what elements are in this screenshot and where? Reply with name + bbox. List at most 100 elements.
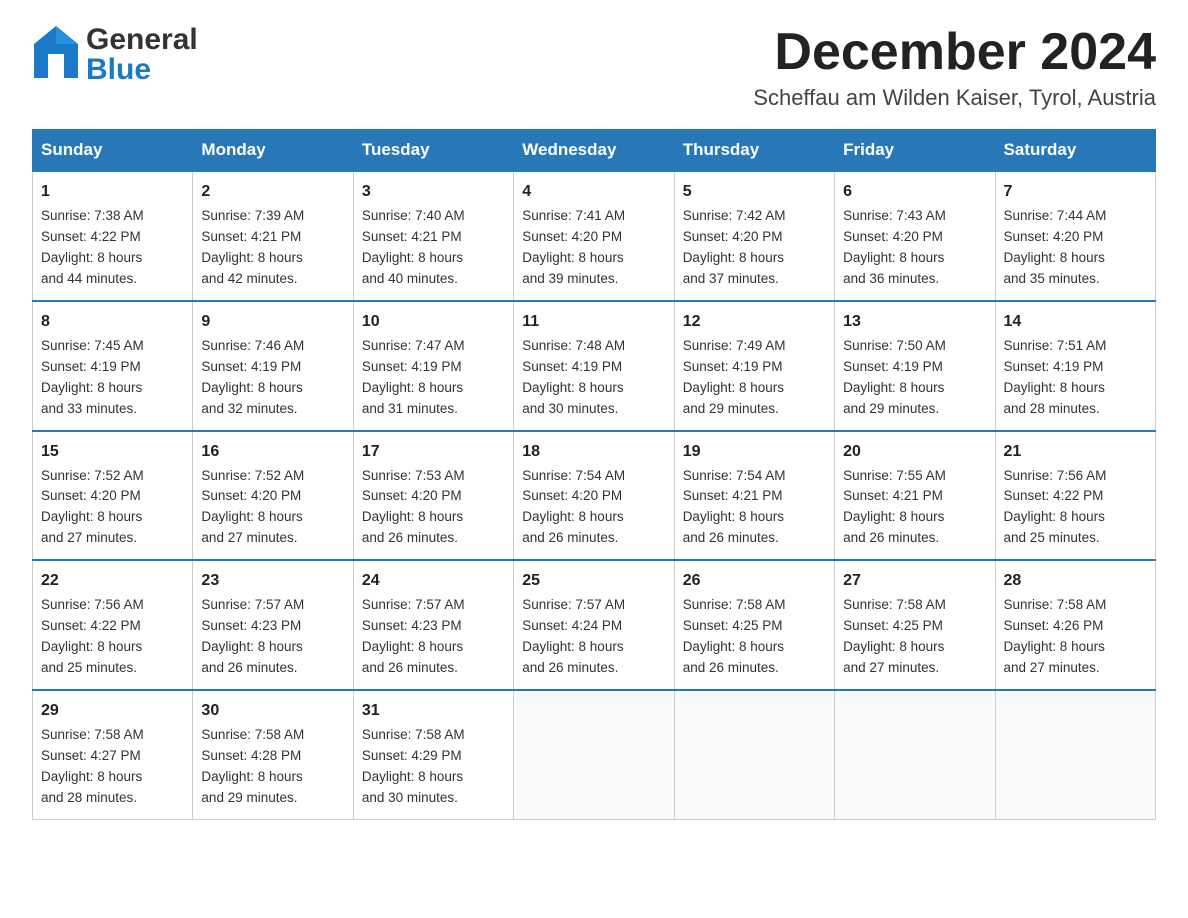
day-number: 18 (522, 440, 665, 464)
calendar-cell: 21Sunrise: 7:56 AMSunset: 4:22 PMDayligh… (995, 431, 1155, 561)
calendar-cell: 2Sunrise: 7:39 AMSunset: 4:21 PMDaylight… (193, 171, 353, 301)
day-number: 21 (1004, 440, 1147, 464)
calendar-cell: 9Sunrise: 7:46 AMSunset: 4:19 PMDaylight… (193, 301, 353, 431)
day-info: Sunrise: 7:54 AMSunset: 4:20 PMDaylight:… (522, 466, 665, 550)
calendar-cell: 10Sunrise: 7:47 AMSunset: 4:19 PMDayligh… (353, 301, 513, 431)
calendar-cell: 3Sunrise: 7:40 AMSunset: 4:21 PMDaylight… (353, 171, 513, 301)
calendar-cell: 26Sunrise: 7:58 AMSunset: 4:25 PMDayligh… (674, 560, 834, 690)
day-number: 28 (1004, 569, 1147, 593)
day-info: Sunrise: 7:45 AMSunset: 4:19 PMDaylight:… (41, 336, 184, 420)
day-number: 6 (843, 180, 986, 204)
calendar-cell: 1Sunrise: 7:38 AMSunset: 4:22 PMDaylight… (33, 171, 193, 301)
calendar-cell (995, 690, 1155, 819)
calendar-cell (674, 690, 834, 819)
calendar-cell: 8Sunrise: 7:45 AMSunset: 4:19 PMDaylight… (33, 301, 193, 431)
calendar-cell (835, 690, 995, 819)
title-area: December 2024 Scheffau am Wilden Kaiser,… (753, 24, 1156, 111)
calendar-week-row: 1Sunrise: 7:38 AMSunset: 4:22 PMDaylight… (33, 171, 1156, 301)
weekday-header-monday: Monday (193, 130, 353, 172)
day-info: Sunrise: 7:56 AMSunset: 4:22 PMDaylight:… (1004, 466, 1147, 550)
day-info: Sunrise: 7:57 AMSunset: 4:23 PMDaylight:… (201, 595, 344, 679)
day-number: 14 (1004, 310, 1147, 334)
day-info: Sunrise: 7:53 AMSunset: 4:20 PMDaylight:… (362, 466, 505, 550)
day-info: Sunrise: 7:57 AMSunset: 4:24 PMDaylight:… (522, 595, 665, 679)
calendar-cell: 18Sunrise: 7:54 AMSunset: 4:20 PMDayligh… (514, 431, 674, 561)
calendar-cell: 27Sunrise: 7:58 AMSunset: 4:25 PMDayligh… (835, 560, 995, 690)
calendar-cell: 30Sunrise: 7:58 AMSunset: 4:28 PMDayligh… (193, 690, 353, 819)
day-info: Sunrise: 7:58 AMSunset: 4:28 PMDaylight:… (201, 725, 344, 809)
logo-general-text: General (86, 25, 198, 55)
weekday-header-row: SundayMondayTuesdayWednesdayThursdayFrid… (33, 130, 1156, 172)
logo-blue-text: Blue (86, 55, 198, 85)
calendar-cell: 22Sunrise: 7:56 AMSunset: 4:22 PMDayligh… (33, 560, 193, 690)
location-title: Scheffau am Wilden Kaiser, Tyrol, Austri… (753, 85, 1156, 111)
day-info: Sunrise: 7:58 AMSunset: 4:27 PMDaylight:… (41, 725, 184, 809)
weekday-header-wednesday: Wednesday (514, 130, 674, 172)
day-number: 3 (362, 180, 505, 204)
day-number: 10 (362, 310, 505, 334)
day-info: Sunrise: 7:58 AMSunset: 4:29 PMDaylight:… (362, 725, 505, 809)
day-info: Sunrise: 7:56 AMSunset: 4:22 PMDaylight:… (41, 595, 184, 679)
day-info: Sunrise: 7:58 AMSunset: 4:25 PMDaylight:… (843, 595, 986, 679)
day-number: 22 (41, 569, 184, 593)
calendar-cell: 14Sunrise: 7:51 AMSunset: 4:19 PMDayligh… (995, 301, 1155, 431)
day-number: 25 (522, 569, 665, 593)
day-info: Sunrise: 7:54 AMSunset: 4:21 PMDaylight:… (683, 466, 826, 550)
day-number: 4 (522, 180, 665, 204)
calendar-cell: 16Sunrise: 7:52 AMSunset: 4:20 PMDayligh… (193, 431, 353, 561)
day-number: 12 (683, 310, 826, 334)
day-number: 31 (362, 699, 505, 723)
calendar-week-row: 22Sunrise: 7:56 AMSunset: 4:22 PMDayligh… (33, 560, 1156, 690)
month-title: December 2024 (753, 24, 1156, 81)
calendar-cell: 15Sunrise: 7:52 AMSunset: 4:20 PMDayligh… (33, 431, 193, 561)
day-number: 30 (201, 699, 344, 723)
calendar-cell: 28Sunrise: 7:58 AMSunset: 4:26 PMDayligh… (995, 560, 1155, 690)
day-number: 11 (522, 310, 665, 334)
day-number: 8 (41, 310, 184, 334)
logo-icon (32, 24, 80, 85)
day-number: 13 (843, 310, 986, 334)
weekday-header-tuesday: Tuesday (353, 130, 513, 172)
day-info: Sunrise: 7:44 AMSunset: 4:20 PMDaylight:… (1004, 206, 1147, 290)
day-info: Sunrise: 7:46 AMSunset: 4:19 PMDaylight:… (201, 336, 344, 420)
calendar-cell: 6Sunrise: 7:43 AMSunset: 4:20 PMDaylight… (835, 171, 995, 301)
calendar-cell: 24Sunrise: 7:57 AMSunset: 4:23 PMDayligh… (353, 560, 513, 690)
calendar-cell: 13Sunrise: 7:50 AMSunset: 4:19 PMDayligh… (835, 301, 995, 431)
day-number: 27 (843, 569, 986, 593)
day-info: Sunrise: 7:41 AMSunset: 4:20 PMDaylight:… (522, 206, 665, 290)
weekday-header-thursday: Thursday (674, 130, 834, 172)
calendar-week-row: 15Sunrise: 7:52 AMSunset: 4:20 PMDayligh… (33, 431, 1156, 561)
calendar-cell: 11Sunrise: 7:48 AMSunset: 4:19 PMDayligh… (514, 301, 674, 431)
calendar-cell: 31Sunrise: 7:58 AMSunset: 4:29 PMDayligh… (353, 690, 513, 819)
day-info: Sunrise: 7:55 AMSunset: 4:21 PMDaylight:… (843, 466, 986, 550)
calendar-cell: 5Sunrise: 7:42 AMSunset: 4:20 PMDaylight… (674, 171, 834, 301)
calendar-week-row: 29Sunrise: 7:58 AMSunset: 4:27 PMDayligh… (33, 690, 1156, 819)
day-info: Sunrise: 7:47 AMSunset: 4:19 PMDaylight:… (362, 336, 505, 420)
logo: General Blue (32, 24, 198, 85)
calendar-cell: 4Sunrise: 7:41 AMSunset: 4:20 PMDaylight… (514, 171, 674, 301)
weekday-header-saturday: Saturday (995, 130, 1155, 172)
day-info: Sunrise: 7:40 AMSunset: 4:21 PMDaylight:… (362, 206, 505, 290)
calendar-week-row: 8Sunrise: 7:45 AMSunset: 4:19 PMDaylight… (33, 301, 1156, 431)
day-number: 29 (41, 699, 184, 723)
weekday-header-friday: Friday (835, 130, 995, 172)
day-number: 23 (201, 569, 344, 593)
day-info: Sunrise: 7:49 AMSunset: 4:19 PMDaylight:… (683, 336, 826, 420)
day-number: 9 (201, 310, 344, 334)
page-header: General Blue December 2024 Scheffau am W… (32, 24, 1156, 111)
day-info: Sunrise: 7:39 AMSunset: 4:21 PMDaylight:… (201, 206, 344, 290)
calendar-cell: 23Sunrise: 7:57 AMSunset: 4:23 PMDayligh… (193, 560, 353, 690)
day-number: 5 (683, 180, 826, 204)
calendar-cell: 7Sunrise: 7:44 AMSunset: 4:20 PMDaylight… (995, 171, 1155, 301)
calendar-cell (514, 690, 674, 819)
day-info: Sunrise: 7:58 AMSunset: 4:25 PMDaylight:… (683, 595, 826, 679)
day-number: 20 (843, 440, 986, 464)
day-info: Sunrise: 7:42 AMSunset: 4:20 PMDaylight:… (683, 206, 826, 290)
day-number: 24 (362, 569, 505, 593)
day-number: 26 (683, 569, 826, 593)
day-info: Sunrise: 7:57 AMSunset: 4:23 PMDaylight:… (362, 595, 505, 679)
day-info: Sunrise: 7:52 AMSunset: 4:20 PMDaylight:… (201, 466, 344, 550)
day-number: 16 (201, 440, 344, 464)
day-info: Sunrise: 7:48 AMSunset: 4:19 PMDaylight:… (522, 336, 665, 420)
day-info: Sunrise: 7:38 AMSunset: 4:22 PMDaylight:… (41, 206, 184, 290)
